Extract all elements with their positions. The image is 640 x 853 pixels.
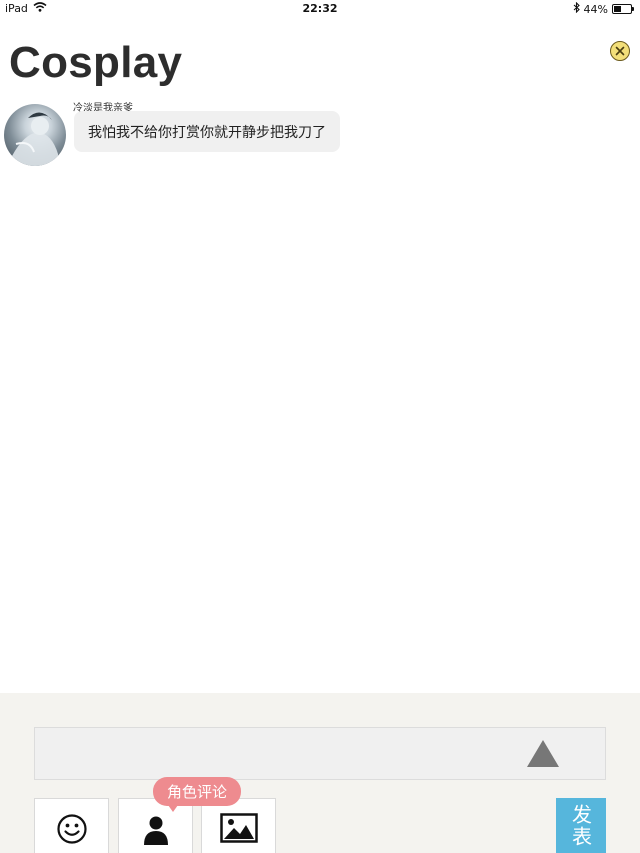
emoji-button[interactable]	[34, 798, 109, 853]
smiley-icon	[56, 814, 87, 844]
page-title: Cosplay	[9, 38, 183, 87]
image-icon	[219, 813, 258, 843]
send-button[interactable]: 发表	[556, 798, 606, 853]
bluetooth-icon	[573, 1, 580, 16]
battery-level	[614, 6, 621, 12]
send-button-label: 发表	[568, 804, 593, 848]
image-button[interactable]	[201, 798, 276, 853]
chat-message: 冷淡是我亲爹 我怕我不给你打赏你就开静步把我刀了	[4, 99, 640, 169]
battery-percent: 44%	[583, 2, 608, 16]
avatar-image	[12, 112, 58, 166]
close-icon	[615, 46, 625, 56]
person-icon	[143, 816, 168, 845]
composer-panel: 角色评论 发表	[0, 693, 640, 853]
role-comment-button[interactable]	[118, 798, 193, 853]
screen: iPad 22:32 44% Cosplay 冷淡是我亲爹 我怕我不给你打赏你就…	[0, 0, 640, 853]
triangle-up-icon[interactable]	[527, 740, 559, 767]
avatar[interactable]	[4, 104, 66, 166]
status-time: 22:32	[302, 2, 338, 15]
comment-input[interactable]	[34, 727, 606, 780]
status-right: 44%	[573, 1, 634, 16]
battery-icon	[612, 4, 634, 14]
close-button[interactable]	[610, 41, 630, 61]
role-comment-tooltip: 角色评论	[153, 777, 242, 812]
message-bubble[interactable]: 我怕我不给你打赏你就开静步把我刀了	[74, 111, 340, 152]
status-bar: iPad 22:32 44%	[0, 0, 640, 18]
